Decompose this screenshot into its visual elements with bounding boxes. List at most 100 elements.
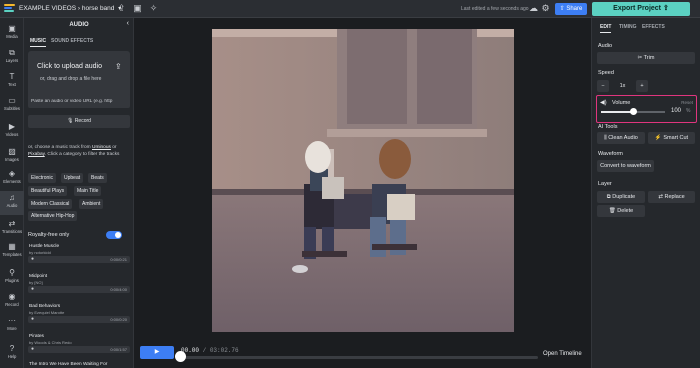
duplicate-button[interactable]: ⧉ Duplicate <box>597 191 645 203</box>
volume-value[interactable]: 100 <box>671 108 681 114</box>
folder-icon: ▣ <box>8 24 16 33</box>
nav-label: Audio <box>6 203 18 208</box>
scrubber-track[interactable] <box>180 356 538 359</box>
export-project-button[interactable]: Export Project ⇪ <box>592 2 690 16</box>
play-icon[interactable]: ● <box>31 257 34 262</box>
upload-icon[interactable]: ⇪ <box>116 3 127 14</box>
track-duration: 0:00/1:57 <box>110 347 127 352</box>
subtitles-icon: ▭ <box>8 96 16 105</box>
volume-reset-button[interactable]: Reset <box>681 100 693 105</box>
nav-subtitles[interactable]: ▭ Subtitles <box>0 94 24 118</box>
elements-icon: ◈ <box>8 169 16 178</box>
properties-panel: EDIT TIMING EFFECTS Audio ✂ Trim Speed −… <box>591 18 700 368</box>
tab-music[interactable]: MUSIC <box>30 38 47 47</box>
nav-audio[interactable]: ♫ Audio <box>0 191 24 215</box>
category-chip[interactable]: Beautiful Plays <box>28 186 68 196</box>
play-icon[interactable]: ● <box>31 347 34 352</box>
logo-bar-yellow <box>4 4 15 6</box>
nav-label: Elements <box>3 179 21 184</box>
nav-elements[interactable]: ◈ Elements <box>0 167 24 191</box>
audio-url-input[interactable] <box>28 94 130 108</box>
minus-icon[interactable]: − <box>597 80 609 92</box>
video-preview[interactable] <box>212 29 514 332</box>
upload-subtitle: or, drag and drop a file here <box>40 76 102 82</box>
category-chip[interactable]: Alternative Hip-Hop <box>28 211 78 221</box>
plugins-icon: ⚲ <box>9 268 15 277</box>
royalty-free-label: Royalty-free only <box>28 232 70 238</box>
nav-transitions[interactable]: ⇄ Transitions <box>0 217 24 241</box>
project-folder[interactable]: EXAMPLE VIDEOS <box>19 5 76 12</box>
nav-videos[interactable]: ▶ Videos <box>0 120 24 144</box>
track-title: Midpoint <box>29 274 48 279</box>
track-item[interactable]: Pirates by Woods & Chris Redo ● 0:00/1:5… <box>28 334 130 356</box>
volume-label: Volume <box>612 100 631 106</box>
category-chip[interactable]: Modern Classical <box>28 199 73 209</box>
category-chip[interactable]: Ambient <box>79 199 104 209</box>
pixabay-link[interactable]: Pixabay <box>28 152 45 157</box>
delete-button[interactable]: 🗑 Delete <box>597 205 645 217</box>
nav-label: Videos <box>5 132 19 137</box>
nav-record[interactable]: ◉ Record <box>0 290 24 314</box>
tab-effects[interactable]: EFFECTS <box>642 24 665 30</box>
play-icon[interactable]: ● <box>31 317 34 322</box>
export-label: Export Project <box>613 5 662 12</box>
track-duration: 0:00/0:21 <box>110 257 127 262</box>
project-breadcrumb[interactable]: EXAMPLE VIDEOS › horse band ▾ <box>19 5 121 12</box>
chevron-left-icon[interactable]: ‹ <box>127 20 129 27</box>
left-nav: ▣ Media ⧉ Layers T Text ▭ Subtitles ▶ Videos … <box>0 18 24 368</box>
share-button[interactable]: ⇧ Share <box>555 3 587 15</box>
tab-edit[interactable]: EDIT <box>600 24 612 33</box>
nav-templates[interactable]: ▦ Templates <box>0 240 24 264</box>
last-edited-status: Last edited a few seconds ago <box>461 6 529 12</box>
nav-help[interactable]: ? Help <box>0 342 24 366</box>
nav-images[interactable]: ▨ Images <box>0 145 24 169</box>
nav-label: Plugins <box>5 278 19 283</box>
gear-icon[interactable]: ⚙ <box>540 3 551 14</box>
nav-more[interactable]: ··· More <box>0 314 24 338</box>
convert-to-waveform-button[interactable]: Convert to waveform <box>597 160 654 172</box>
record-button[interactable]: 🎙 Record <box>28 115 130 128</box>
image-icon[interactable]: ▣ <box>132 3 143 14</box>
play-icon[interactable]: ● <box>31 287 34 292</box>
track-artist: by notorkidd <box>29 250 51 255</box>
track-item[interactable]: Hustle Muscle by notorkidd ● 0:00/0:21 <box>28 244 130 266</box>
trim-button[interactable]: ✂ Trim <box>597 52 695 64</box>
lightbulb-icon[interactable]: ✧ <box>148 3 159 14</box>
open-timeline-button[interactable]: Open Timeline <box>543 351 582 357</box>
category-chip[interactable]: Upbeat <box>61 173 84 183</box>
info-mid: or <box>110 145 117 150</box>
nav-plugins[interactable]: ⚲ Plugins <box>0 266 24 290</box>
microphone-icon: 🎙 <box>67 118 75 124</box>
nav-media[interactable]: ▣ Media <box>0 22 24 46</box>
scrubber-handle[interactable] <box>175 351 186 362</box>
tab-timing[interactable]: TIMING <box>619 24 637 30</box>
trim-label: Trim <box>643 55 655 61</box>
royalty-free-toggle[interactable] <box>106 231 122 239</box>
replace-button[interactable]: ⇄ Replace <box>648 191 695 203</box>
track-item[interactable]: The Intro We Have Been Waiting For <box>28 362 130 368</box>
plus-icon[interactable]: + <box>636 80 648 92</box>
nav-label: Help <box>7 354 17 359</box>
clean-audio-button[interactable]: ⫼ Clean Audio <box>597 132 645 144</box>
category-chip[interactable]: Main Title <box>74 186 102 196</box>
play-button[interactable]: ▶ <box>140 346 174 359</box>
smart-cut-button[interactable]: ⚡ Smart Cut <box>648 132 695 144</box>
category-chip[interactable]: Beats <box>88 173 107 183</box>
info-prefix: or, choose a music track from <box>28 145 92 150</box>
cloud-icon[interactable]: ☁ <box>528 3 539 14</box>
project-name[interactable]: horse band <box>82 5 115 12</box>
app-logo[interactable] <box>4 4 15 14</box>
speed-stepper: − 1x + <box>597 80 648 92</box>
uminous-link[interactable]: Uminous <box>92 145 111 150</box>
export-icon: ⇪ <box>661 5 669 12</box>
volume-slider-handle[interactable] <box>629 108 637 115</box>
track-player: ● 0:00/4:00 <box>28 286 130 293</box>
nav-text[interactable]: T Text <box>0 70 24 94</box>
track-item[interactable]: Bad Behaviors by Ezequiel Marotte ● 0:00… <box>28 304 130 326</box>
category-chip[interactable]: Electronic <box>28 173 56 183</box>
speed-value[interactable]: 1x <box>611 80 634 92</box>
tab-sound-effects[interactable]: SOUND EFFECTS <box>51 38 93 44</box>
volume-slider-fill <box>601 111 633 113</box>
nav-layers[interactable]: ⧉ Layers <box>0 46 24 70</box>
track-item[interactable]: Midpoint by [NO] ● 0:00/4:00 <box>28 274 130 296</box>
